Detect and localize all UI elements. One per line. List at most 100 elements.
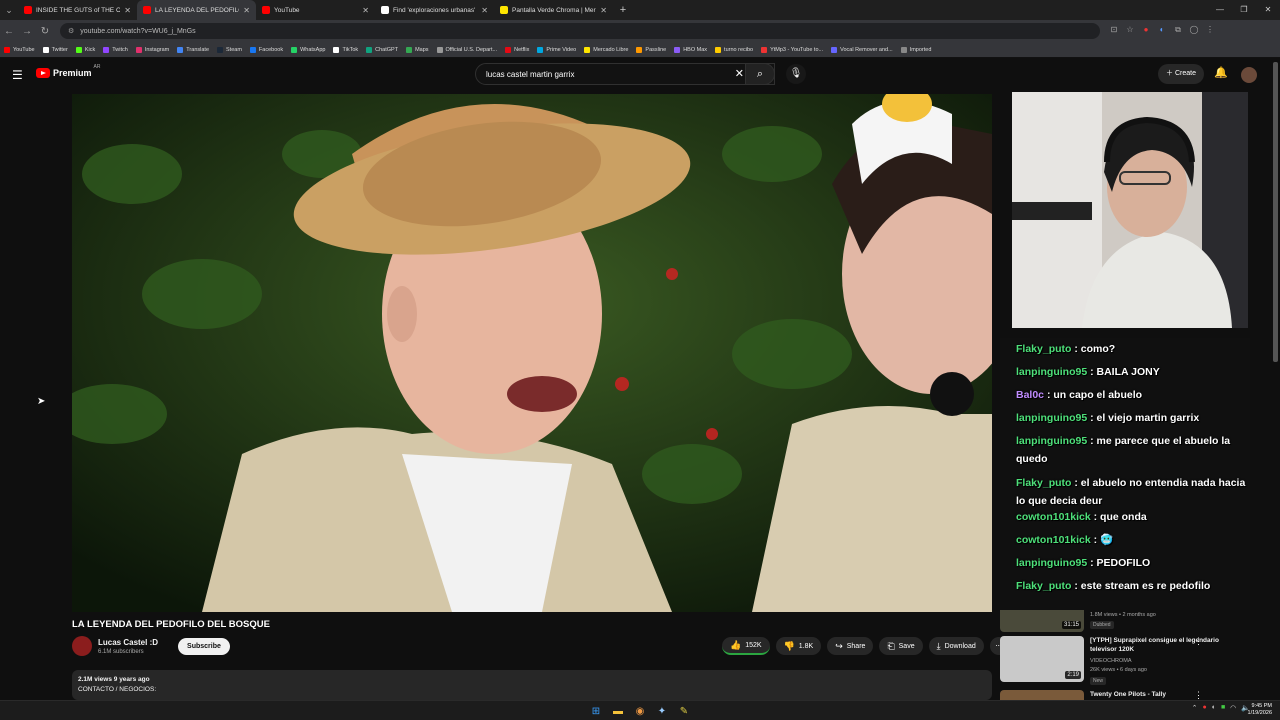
bookmark-item[interactable]: Translate [177, 46, 209, 53]
bookmark-item[interactable]: turno recibo [715, 46, 753, 53]
chat-username[interactable]: Bal0c [1016, 389, 1044, 401]
steam-icon[interactable]: ✦ [654, 703, 670, 719]
video-thumbnail[interactable]: 2:19 [1000, 636, 1084, 682]
tray-chevron-icon[interactable]: ⌃ [1192, 704, 1198, 712]
address-bar[interactable]: ⚙ youtube.com/watch?v=WU6_j_MnGs [60, 23, 1100, 39]
recommended-video[interactable]: Twenty One Pilots - Tally ⋮ [1000, 690, 1250, 700]
chat-username[interactable]: Flaky_puto [1016, 580, 1071, 592]
system-clock[interactable]: 9:45 PM 1/19/2026 [1248, 703, 1272, 717]
more-options-icon[interactable]: ⋮ [1194, 636, 1203, 647]
bookmark-item[interactable]: TikTok [333, 46, 358, 53]
browser-tab[interactable]: YouTube ✕ [256, 0, 375, 20]
back-icon[interactable]: ← [0, 26, 18, 37]
tray-app-icon[interactable]: ◐ [1212, 704, 1216, 712]
bookmark-item[interactable]: Imported [900, 46, 931, 53]
hamburger-menu-icon[interactable]: ☰ [12, 68, 23, 82]
bookmark-item[interactable]: Kick [75, 46, 95, 53]
extensions-puzzle-icon[interactable]: ⧉ [1172, 25, 1184, 37]
notifications-bell-icon[interactable]: 🔔 [1214, 66, 1228, 79]
search-input[interactable]: lucas castel martin garrix ✕ ⌕ [475, 63, 775, 85]
chat-username[interactable]: lanpinguino95 [1016, 412, 1087, 424]
bookmark-item[interactable]: Passline [636, 46, 666, 53]
bookmark-item[interactable]: Official U.S. Depart... [436, 46, 497, 53]
chat-username[interactable]: Flaky_puto [1016, 343, 1071, 355]
chat-username[interactable]: cowton101kick [1016, 511, 1091, 523]
bookmark-star-icon[interactable]: ☆ [1124, 25, 1136, 37]
bookmark-item[interactable]: Facebook [249, 46, 283, 53]
recommended-video[interactable]: 2:19 [YTPH] Suprapixel consigue el legend… [1000, 636, 1250, 688]
browser-menu-icon[interactable]: ⋮ [1204, 25, 1216, 37]
close-window-icon[interactable]: ✕ [1256, 0, 1280, 20]
like-button[interactable]: 👍 152K [722, 637, 770, 655]
maximize-icon[interactable]: ❐ [1232, 0, 1256, 20]
close-tab-icon[interactable]: ✕ [124, 6, 131, 15]
close-tab-icon[interactable]: ✕ [600, 6, 607, 15]
chat-username[interactable]: lanpinguino95 [1016, 557, 1087, 569]
forward-icon[interactable]: → [18, 26, 36, 37]
save-button[interactable]: ⎗ Save [879, 637, 923, 655]
chat-username[interactable]: cowton101kick [1016, 534, 1091, 546]
tray-app-icon[interactable]: ● [1202, 704, 1206, 712]
bookmark-item[interactable]: ChatGPT [366, 46, 398, 53]
bookmark-item[interactable]: Vocal Remover and... [831, 46, 893, 53]
page-scrollbar[interactable] [1273, 62, 1278, 362]
avatar[interactable] [1241, 67, 1257, 83]
bookmark-item[interactable]: Prime Video [537, 46, 576, 53]
clear-search-icon[interactable]: ✕ [735, 67, 744, 80]
chat-username[interactable]: Flaky_puto [1016, 477, 1071, 489]
bookmark-item[interactable]: Twitter [42, 46, 68, 53]
file-explorer-icon[interactable]: ▬ [610, 703, 626, 719]
new-tab-button[interactable]: + [613, 4, 633, 16]
bookmark-item[interactable]: Maps [406, 46, 429, 53]
minimize-icon[interactable]: — [1208, 0, 1232, 20]
recommended-title[interactable]: Twenty One Pilots - Tally [1090, 690, 1230, 699]
close-tab-icon[interactable]: ✕ [362, 6, 369, 15]
app-icon[interactable]: ✎ [676, 703, 692, 719]
tab-search-icon[interactable]: ⌄ [0, 0, 18, 20]
channel-name[interactable]: Lucas Castel :D [98, 638, 158, 647]
browser-tab[interactable]: Pantalla Verde Chroma | Merca ✕ [494, 0, 613, 20]
video-player[interactable] [72, 94, 992, 612]
bookmark-item[interactable]: Steam [217, 46, 242, 53]
bookmark-item[interactable]: HBO Max [674, 46, 707, 53]
bookmark-item[interactable]: Twitch [103, 46, 128, 53]
bookmark-item[interactable]: YouTube [4, 46, 35, 53]
extension-icon[interactable]: ● [1140, 25, 1152, 37]
chat-username[interactable]: lanpinguino95 [1016, 435, 1087, 447]
chat-username[interactable]: lanpinguino95 [1016, 366, 1087, 378]
recommended-video[interactable]: 31:15 1.8M views • 2 months ago Dubbed [1000, 610, 1250, 632]
browser-tab[interactable]: INSIDE THE GUTS of THE CRAZ✕ [18, 0, 137, 20]
close-tab-icon[interactable]: ✕ [243, 6, 250, 15]
browser-tab[interactable]: LA LEYENDA DEL PEDOFILO ✕ [137, 0, 256, 20]
chrome-icon[interactable]: ◉ [632, 703, 648, 719]
windows-start-icon[interactable]: ⊞ [588, 703, 604, 719]
video-thumbnail[interactable]: 31:15 [1000, 610, 1084, 632]
browser-tab[interactable]: Find 'exploraciones urbanas' o ✕ [375, 0, 494, 20]
channel-avatar[interactable] [72, 636, 92, 656]
site-info-icon[interactable]: ⚙ [68, 27, 74, 35]
download-button[interactable]: ⤓ Download [928, 637, 984, 655]
bookmark-item[interactable]: YtMp3 - YouTube to... [761, 46, 823, 53]
bookmark-item[interactable]: Mercado Libre [584, 46, 628, 53]
wifi-icon[interactable]: ◠ [1230, 704, 1236, 712]
voice-search-icon[interactable]: 🎙 [786, 64, 806, 84]
subscribe-button[interactable]: Subscribe [178, 637, 230, 655]
more-options-icon[interactable]: ⋮ [1194, 690, 1203, 700]
install-icon[interactable]: ⊡ [1108, 25, 1120, 37]
extension-icon[interactable]: ◐ [1156, 25, 1168, 37]
dislike-button[interactable]: 👎 1.8K [775, 637, 822, 655]
share-button[interactable]: ↪ Share [827, 637, 874, 655]
create-button[interactable]: ＋ Create [1158, 64, 1204, 84]
profile-icon[interactable]: ◯ [1188, 25, 1200, 37]
bookmark-item[interactable]: Netflix [505, 46, 529, 53]
search-button[interactable]: ⌕ [745, 63, 775, 85]
recommended-title[interactable]: [YTPH] Suprapixel consigue el legendario… [1090, 636, 1230, 654]
bookmark-item[interactable]: Instagram [135, 46, 169, 53]
close-tab-icon[interactable]: ✕ [481, 6, 488, 15]
video-thumbnail[interactable] [1000, 690, 1084, 700]
reload-icon[interactable]: ↻ [36, 26, 54, 37]
tray-app-icon[interactable]: ■ [1221, 704, 1225, 712]
description-box[interactable]: 2.1M views 9 years ago CONTACTO / NEGOCI… [72, 670, 992, 700]
bookmark-item[interactable]: WhatsApp [291, 46, 325, 53]
youtube-logo[interactable]: Premium AR [36, 64, 100, 78]
